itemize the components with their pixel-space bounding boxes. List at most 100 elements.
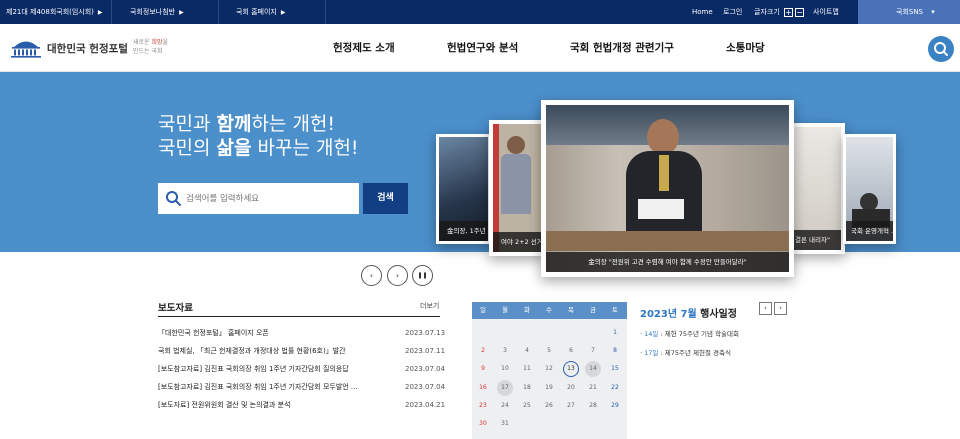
- press-item-date: 2023.07.11: [405, 347, 446, 355]
- slide-pause-button[interactable]: ❚❚: [412, 265, 433, 286]
- calendar-day: 12: [545, 365, 553, 373]
- slide-caption: 여야 2+2 선거: [493, 232, 542, 252]
- calendar-day: 20: [567, 383, 575, 391]
- slide-photo: [546, 105, 789, 272]
- calendar-day: 2: [481, 347, 485, 355]
- calendar-day: 23: [479, 401, 487, 409]
- calendar-day: 31: [501, 420, 509, 427]
- press-item[interactable]: 국회 법제실, 「최근 헌재결정과 개정대상 법률 현황(6호)」발간 2023.…: [158, 342, 445, 360]
- slogan-text: 새로운: [133, 39, 152, 46]
- hero-search-input[interactable]: [186, 183, 356, 214]
- calendar-day[interactable]: 14: [585, 361, 601, 378]
- divider: [218, 0, 219, 24]
- sns-label: 국회SNS: [896, 8, 924, 16]
- events-prev-button[interactable]: ‹: [759, 302, 772, 315]
- press-item[interactable]: [보도참고자료] 김진표 국회의장 취임 1주년 기자간담회 모두발언 ... 2…: [158, 378, 445, 396]
- compass-label: 국회정보나침반: [130, 8, 176, 16]
- calendar-day: 6: [569, 347, 573, 355]
- press-item-date: 2023.07.13: [405, 329, 446, 337]
- calendar-day: 16: [479, 383, 487, 391]
- press-item[interactable]: 「대한민국 헌정포털」 홈페이지 오픈 2023.07.13: [158, 324, 445, 342]
- arrow-right-icon: ▶: [179, 9, 184, 16]
- assembly-home-link[interactable]: 국회 홈페이지 ▶: [236, 0, 286, 24]
- event-item[interactable]: · 14일 : 제헌 75주년 기념 학술대회: [640, 328, 739, 338]
- hero-emphasis: 함께: [216, 113, 252, 135]
- calendar-day: 11: [523, 365, 531, 373]
- slogan-line2: 만드는 국회: [133, 48, 163, 55]
- divider: [111, 0, 112, 24]
- calendar-day: 9: [481, 365, 485, 373]
- hero-text: 하는 개헌!: [251, 113, 336, 135]
- slide-caption: 金의장, 1주년: [439, 221, 488, 241]
- press-item[interactable]: [보도자료] 전원위원회 결산 및 논의결과 분석 2023.04.21: [158, 396, 445, 414]
- press-item-title: [보도자료] 전원위원회 결산 및 논의결과 분석: [158, 401, 291, 409]
- press-item-title: [보도참고자료] 김진표 국회의장 취임 1주년 기자간담회 모두발언 ...: [158, 383, 358, 391]
- press-item[interactable]: [보도참고자료] 김진표 국회의장 취임 1주년 기자간담회 질의응답 2023.…: [158, 360, 445, 378]
- calendar-day: 24: [501, 401, 509, 409]
- calendar-day: 13: [563, 361, 579, 378]
- press-item-date: 2023.04.21: [405, 401, 446, 409]
- weekday-label: 토: [612, 306, 618, 314]
- calendar-day[interactable]: 17: [497, 379, 513, 396]
- nav-communication[interactable]: 소통마당: [726, 24, 765, 72]
- calendar-day: 30: [479, 420, 487, 427]
- press-more-link[interactable]: 더보기: [420, 301, 439, 311]
- home-link[interactable]: Home: [692, 0, 713, 24]
- nav-constitution-research[interactable]: 헌법연구와 분석: [447, 24, 518, 72]
- weekday-label: 월: [502, 306, 508, 314]
- font-increase-button[interactable]: +: [784, 7, 793, 17]
- slogan: 새로운 희망을 만드는 국회: [133, 38, 179, 60]
- press-item-title: 「대한민국 헌정포털」 홈페이지 오픈: [158, 329, 269, 337]
- font-decrease-button[interactable]: −: [795, 7, 804, 17]
- hero-search-button[interactable]: 검색: [363, 183, 408, 214]
- slide-card-far-left[interactable]: 金의장, 1주년: [436, 134, 491, 244]
- hero-emphasis: 삶을: [216, 137, 252, 159]
- nav-amendment-bodies[interactable]: 국회 헌법개정 관련기구: [570, 24, 674, 72]
- calendar-day: 22: [611, 383, 619, 391]
- calendar-day: 25: [523, 401, 531, 409]
- divider: [158, 316, 440, 317]
- slide-next-button[interactable]: ›: [387, 265, 408, 286]
- calendar-day: 4: [525, 347, 529, 355]
- event-text: : 제75주년 제헌절 경축식: [658, 349, 731, 357]
- slide-caption: 金의장 "전원위 고견 수렴해 여야 함께 수정안 만들어달라": [546, 252, 789, 272]
- event-item[interactable]: · 17일 : 제75주년 제헌절 경축식: [640, 347, 731, 357]
- calendar-day: 26: [545, 401, 553, 409]
- press-section-title: 보도자료: [158, 303, 193, 314]
- weekday-label: 일: [480, 306, 486, 314]
- press-item-title: 국회 법제실, 「최근 헌재결정과 개정대상 법률 현황(6호)」발간: [158, 347, 346, 355]
- slide-card-right[interactable]: 결론 내리자": [787, 123, 845, 254]
- event-date: 14일: [644, 330, 659, 338]
- calendar-weekday-header: 일월화수목금토: [472, 302, 627, 319]
- login-link[interactable]: 로그인: [723, 0, 742, 24]
- calendar-day: 21: [589, 383, 597, 391]
- arrow-right-icon: ▶: [280, 9, 286, 16]
- font-size-control: 글자크기 + −: [754, 0, 804, 24]
- main-header: 대한민국 헌정포털 새로운 희망을 만드는 국회 헌정제도 소개 헌법연구와 분…: [0, 24, 960, 72]
- calendar-day: 29: [611, 401, 619, 409]
- slide-card-far-right[interactable]: 국회 운영개혁 ...: [843, 134, 896, 244]
- hero-text: 국민과: [158, 113, 217, 135]
- site-title: 대한민국 헌정포털: [47, 42, 128, 55]
- site-logo[interactable]: 대한민국 헌정포털: [10, 37, 128, 59]
- slide-card-center[interactable]: 金의장 "전원위 고견 수렴해 여야 함께 수정안 만들어달라": [541, 100, 794, 277]
- press-item-title: [보도참고자료] 김진표 국회의장 취임 1주년 기자간담회 질의응답: [158, 365, 349, 373]
- slide-card-left[interactable]: 여야 2+2 선거: [489, 120, 546, 256]
- events-next-button[interactable]: ›: [774, 302, 787, 315]
- nav-constitution-intro[interactable]: 헌정제도 소개: [333, 24, 395, 72]
- global-search-button[interactable]: [928, 36, 954, 62]
- sitemap-link[interactable]: 사이트맵: [813, 0, 839, 24]
- assembly-building-icon: [11, 41, 41, 58]
- font-size-label: 글자크기: [754, 8, 780, 16]
- press-item-date: 2023.07.04: [405, 383, 446, 391]
- hero-text: 국민의: [158, 137, 217, 159]
- assembly-session-link[interactable]: 제21대 제408회국회(임시회) ▶: [6, 0, 103, 24]
- sns-dropdown[interactable]: 국회SNS ▾: [858, 0, 960, 24]
- compass-link[interactable]: 국회정보나침반 ▶: [130, 0, 184, 24]
- weekday-label: 수: [546, 306, 552, 314]
- slide-prev-button[interactable]: ‹: [361, 265, 382, 286]
- calendar-day: 15: [611, 365, 619, 373]
- calendar-day: 19: [545, 383, 553, 391]
- calendar-day: 1: [613, 329, 617, 336]
- top-bar: 제21대 제408회국회(임시회) ▶ 국회정보나침반 ▶ 국회 홈페이지 ▶ Hom…: [0, 0, 960, 24]
